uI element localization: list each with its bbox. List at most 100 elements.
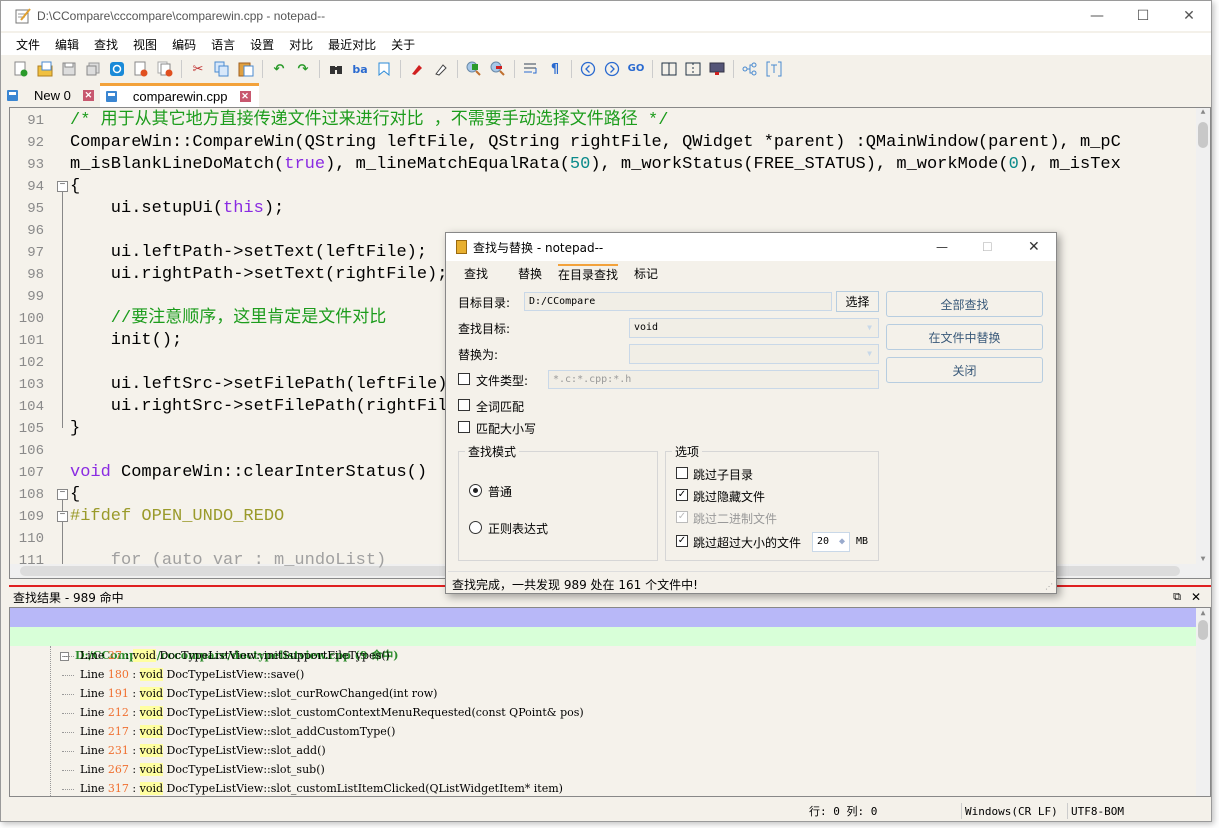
text-icon[interactable] <box>766 61 782 77</box>
result-hit-row[interactable]: Line 267 : void DocTypeListView::slot_su… <box>10 760 1198 779</box>
copy-icon[interactable] <box>214 61 230 77</box>
menu-item[interactable]: 最近对比 <box>328 36 376 53</box>
choose-dir-button[interactable]: 选择 <box>836 291 879 312</box>
paste-icon[interactable] <box>238 61 254 77</box>
split-view-icon[interactable] <box>685 61 701 77</box>
spin-icon[interactable]: ◆ <box>839 533 845 550</box>
menu-item[interactable]: 设置 <box>250 36 274 53</box>
bookmark-icon[interactable] <box>376 61 392 77</box>
close-button[interactable]: ✕ <box>1166 1 1212 31</box>
unmark-icon[interactable] <box>433 61 449 77</box>
undo-icon[interactable]: ↶ <box>271 61 287 77</box>
tab-find[interactable]: 查找 <box>464 265 488 282</box>
zoom-out-icon[interactable] <box>490 61 506 77</box>
tab-replace[interactable]: 替换 <box>518 265 542 282</box>
scroll-thumb[interactable] <box>1198 620 1208 640</box>
code-token: 50 <box>569 155 591 174</box>
file-type-checkbox[interactable] <box>458 373 470 385</box>
compare-icon[interactable] <box>661 61 677 77</box>
result-file-row[interactable]: − D:/CCompare/cccompare/doctypelistview.c… <box>10 627 1198 662</box>
mode-normal-radio[interactable] <box>469 484 482 497</box>
line-number: 100 <box>18 311 44 327</box>
search-results-tree[interactable]: −查找 "void" (989 命中在 101 个文件) −D:/CCompar… <box>9 607 1211 797</box>
previous-icon[interactable] <box>580 61 596 77</box>
size-spinbox[interactable]: 20 ◆ <box>812 532 850 552</box>
menu-item[interactable]: 编辑 <box>55 36 79 53</box>
tab-new-0[interactable]: New 0 ✕ <box>1 83 100 107</box>
dialog-close-button[interactable]: ✕ <box>1028 239 1040 255</box>
float-panel-icon[interactable]: ⧉ <box>1173 590 1181 604</box>
redo-icon[interactable]: ↷ <box>295 61 311 77</box>
replace-combo[interactable]: ▼ <box>629 344 879 364</box>
open-file-icon[interactable] <box>37 61 53 77</box>
results-summary-row[interactable]: −查找 "void" (989 命中在 101 个文件) <box>10 608 1198 643</box>
find-icon[interactable] <box>328 61 344 77</box>
dialog-maximize-button[interactable]: ☐ <box>982 240 993 254</box>
close-tab-icon[interactable]: ✕ <box>239 91 251 102</box>
tab-comparewin-cpp[interactable]: comparewin.cpp ✕ <box>99 83 259 107</box>
new-file-icon[interactable] <box>13 61 29 77</box>
whole-word-checkbox[interactable] <box>458 399 470 411</box>
menu-item[interactable]: 关于 <box>391 36 415 53</box>
save-icon[interactable] <box>61 61 77 77</box>
tab-find-in-dir[interactable]: 在目录查找 <box>558 263 619 283</box>
find-all-button[interactable]: 全部查找 <box>886 291 1043 317</box>
goto-icon[interactable]: GO <box>628 61 645 77</box>
results-scrollbar[interactable]: ▲ <box>1196 608 1210 796</box>
reload-icon[interactable] <box>109 61 125 77</box>
skip-large-checkbox[interactable]: ✓ <box>676 535 688 547</box>
tab-mark[interactable]: 标记 <box>634 265 658 282</box>
show-symbols-icon[interactable]: ¶ <box>547 61 563 77</box>
code-text: void CompareWin::clearInterStatus() <box>70 462 427 484</box>
close-file-icon[interactable] <box>133 61 149 77</box>
minimize-button[interactable]: — <box>1074 1 1120 31</box>
code-line[interactable]: 93 m_isBlankLineDoMatch(true), m_lineMatc… <box>10 154 1200 176</box>
skip-hidden-checkbox[interactable]: ✓ <box>676 489 688 501</box>
result-hit-row[interactable]: Line 27 : void DocTypeListView::initSupp… <box>10 646 1198 665</box>
result-hit-row[interactable]: Line 317 : void DocTypeListView::slot_cu… <box>10 779 1198 796</box>
result-hit-row[interactable]: Line 191 : void DocTypeListView::slot_cu… <box>10 684 1198 703</box>
match-case-checkbox[interactable] <box>458 421 470 433</box>
menu-item[interactable]: 编码 <box>172 36 196 53</box>
menu-item[interactable]: 文件 <box>16 36 40 53</box>
mode-regex-radio[interactable] <box>469 521 482 534</box>
fold-toggle-icon[interactable]: − <box>57 181 68 192</box>
result-hit-row[interactable]: Line 217 : void DocTypeListView::slot_ad… <box>10 722 1198 741</box>
menu-item[interactable]: 对比 <box>289 36 313 53</box>
monitor-icon[interactable] <box>709 61 725 77</box>
code-line[interactable]: 92 CompareWin::CompareWin(QString leftFil… <box>10 132 1200 154</box>
result-hit-row[interactable]: Line 231 : void DocTypeListView::slot_ad… <box>10 741 1198 760</box>
replace-in-files-button[interactable]: 在文件中替换 <box>886 324 1043 350</box>
menu-item[interactable]: 查找 <box>94 36 118 53</box>
close-tab-icon[interactable]: ✕ <box>82 89 94 101</box>
save-all-icon[interactable] <box>85 61 101 77</box>
tree-icon[interactable] <box>742 61 758 77</box>
result-hit-row[interactable]: Line 212 : void DocTypeListView::slot_cu… <box>10 703 1198 722</box>
skip-subdir-checkbox[interactable] <box>676 467 688 479</box>
code-line[interactable]: 91 /* 用于从其它地方直接传递文件过来进行对比 ，不需要手动选择文件路径 */ <box>10 110 1200 132</box>
cut-icon[interactable]: ✂ <box>190 61 206 77</box>
dialog-minimize-button[interactable]: — <box>936 240 948 254</box>
menu-item[interactable]: 语言 <box>211 36 235 53</box>
file-type-input[interactable]: *.c:*.cpp:*.h <box>548 370 879 389</box>
menu-item[interactable]: 视图 <box>133 36 157 53</box>
dialog-close-action-button[interactable]: 关闭 <box>886 357 1043 383</box>
fold-toggle-icon[interactable]: − <box>57 511 68 522</box>
target-dir-input[interactable]: D:/CCompare <box>524 292 832 311</box>
fold-toggle-icon[interactable]: − <box>57 489 68 500</box>
maximize-button[interactable]: ☐ <box>1120 1 1166 31</box>
close-panel-icon[interactable]: ✕ <box>1191 590 1201 604</box>
scroll-up-arrow[interactable]: ▲ <box>1196 608 1210 620</box>
find-target-combo[interactable]: void ▼ <box>629 318 879 338</box>
mark-icon[interactable] <box>409 61 425 77</box>
result-hit-row[interactable]: Line 180 : void DocTypeListView::save() <box>10 665 1198 684</box>
code-line[interactable]: 94 −{ <box>10 176 1200 198</box>
resize-grip-icon[interactable]: ⋰ <box>1045 582 1053 591</box>
close-all-icon[interactable] <box>157 61 173 77</box>
replace-icon[interactable]: ba <box>352 61 368 77</box>
word-wrap-icon[interactable] <box>523 61 539 77</box>
code-line[interactable]: 95 ui.setupUi(this); <box>10 198 1200 220</box>
zoom-in-icon[interactable] <box>466 61 482 77</box>
next-icon[interactable] <box>604 61 620 77</box>
line-number: 111 <box>18 553 44 569</box>
